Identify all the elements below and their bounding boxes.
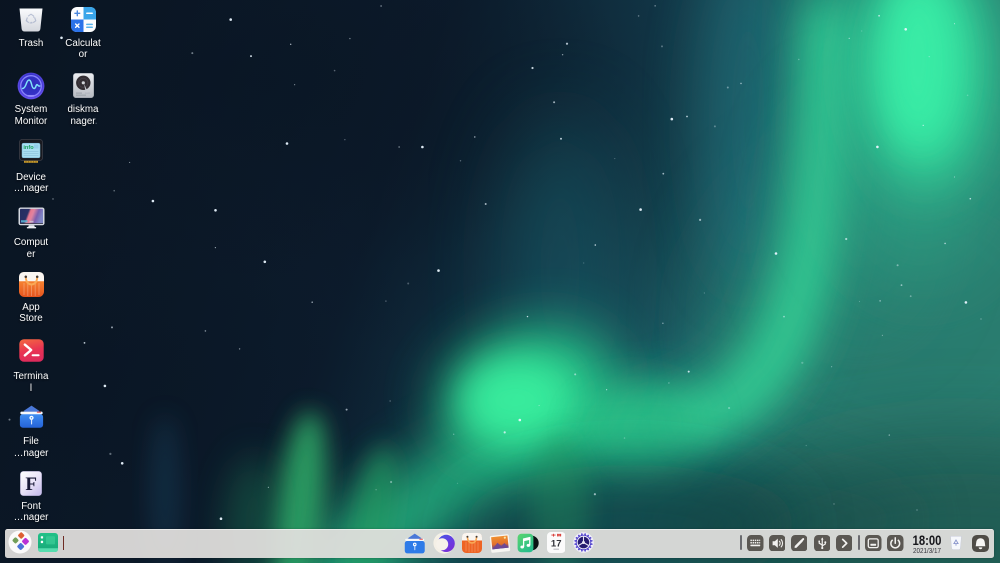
svg-text:info: info bbox=[23, 145, 34, 151]
svg-text:F: F bbox=[25, 474, 37, 495]
svg-text:17: 17 bbox=[550, 538, 561, 549]
